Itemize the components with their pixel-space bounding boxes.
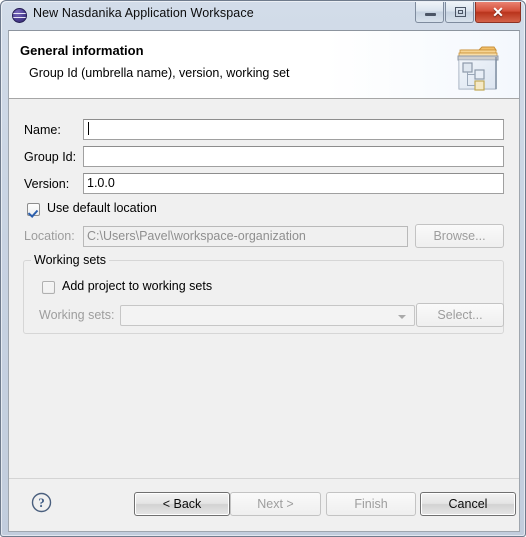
workspace-folder-diagram-icon [449,37,505,93]
working-sets-label: Working sets: [39,308,115,322]
version-label: Version: [24,177,70,191]
working-sets-group-title: Working sets [31,253,110,267]
add-project-to-working-sets-label: Add project to working sets [62,279,213,293]
close-button[interactable]: ✕ [475,2,521,23]
back-button[interactable]: < Back [134,492,230,516]
title-bar[interactable]: New Nasdanika Application Workspace ✕ [1,1,525,29]
working-sets-group: Working sets Add project to working sets… [23,253,504,334]
maximize-button[interactable] [445,2,474,23]
next-button[interactable]: Next > [230,492,321,516]
name-input[interactable] [83,119,504,140]
cancel-button[interactable]: Cancel [420,492,516,516]
minimize-button[interactable] [415,2,444,23]
application-window: New Nasdanika Application Workspace ✕ Ge… [0,0,526,537]
wizard-header: General information Group Id (umbrella n… [9,31,519,99]
maximize-icon [455,7,466,17]
location-label: Location: [24,229,75,243]
finish-button[interactable]: Finish [326,492,416,516]
page-subtitle: Group Id (umbrella name), version, worki… [29,66,290,80]
page-title: General information [20,43,144,58]
chevron-down-icon [398,315,406,319]
text-caret [88,122,89,135]
close-icon: ✕ [492,4,504,20]
location-input[interactable]: C:\Users\Pavel\workspace-organization [83,226,408,247]
dialog-button-bar: ? < Back Next > Finish Cancel [9,478,519,531]
svg-text:?: ? [38,495,45,510]
group-id-input[interactable] [83,146,504,167]
nasdanika-sphere-icon [12,8,27,23]
minimize-icon [425,13,436,16]
add-project-to-working-sets-checkbox[interactable] [42,281,55,294]
working-sets-combo[interactable] [120,305,415,326]
browse-button[interactable]: Browse... [415,224,504,248]
wizard-content: Name: Group Id: Version: 1.0.0 Use defau… [9,99,519,480]
help-icon[interactable]: ? [31,492,52,513]
group-id-label: Group Id: [24,150,77,164]
use-default-location-label: Use default location [47,201,157,215]
wizard-dialog: General information Group Id (umbrella n… [8,30,520,532]
version-input[interactable]: 1.0.0 [83,173,504,194]
select-button[interactable]: Select... [416,303,504,327]
window-title: New Nasdanika Application Workspace [33,6,254,20]
use-default-location-checkbox[interactable] [27,203,40,216]
window-controls: ✕ [415,2,521,24]
name-label: Name: [24,123,61,137]
